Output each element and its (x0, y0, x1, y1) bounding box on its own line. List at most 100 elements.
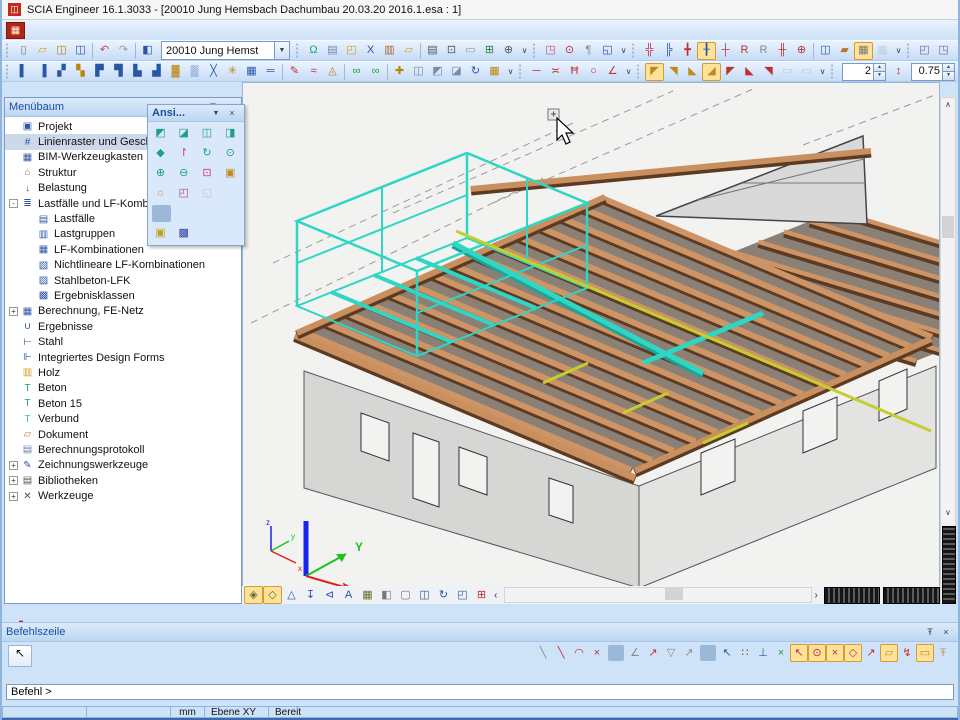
select-polygon-icon[interactable]: ◣ (683, 63, 702, 81)
render-settings-icon[interactable]: ▩ (173, 224, 194, 243)
vertical-scrollbar[interactable]: ∧ ∨ (940, 97, 956, 604)
menu-bibliotheken[interactable] (85, 28, 103, 32)
draw-circle-icon[interactable]: ○ (584, 63, 603, 81)
menu-werkzeuge[interactable] (103, 28, 121, 32)
view-y-icon[interactable]: ◪ (173, 124, 194, 143)
scroll-down-icon[interactable]: ∨ (941, 506, 955, 520)
scrollbar-thumb[interactable] (942, 216, 954, 238)
axo-view-icon[interactable]: △ (282, 586, 301, 604)
tree-item-zeichnungswerkzeuge[interactable]: + ✎ Zeichnungswerkzeuge (5, 458, 241, 473)
free-bar-icon[interactable]: ═ (261, 63, 280, 81)
angle-snap-icon[interactable]: ∠ (626, 644, 644, 662)
snap-arc-center-icon[interactable]: ▱ (880, 644, 898, 662)
zoom-in-icon[interactable]: ⊕ (150, 164, 171, 183)
snap-raster-icon[interactable]: ▭ (916, 644, 934, 662)
show-loads-icon[interactable]: ↧ (301, 586, 320, 604)
view-axo-icon[interactable]: ◨ (220, 124, 241, 143)
scrollbar-thumb[interactable] (665, 588, 683, 600)
wireframe-icon[interactable]: ▢ (396, 586, 415, 604)
command-input[interactable] (6, 684, 954, 700)
scroll-up-icon[interactable]: ∧ (941, 98, 955, 112)
member-node-icon[interactable]: ┼ (716, 42, 735, 60)
project-selector[interactable]: 20010 Jung Hemst ▼ (161, 41, 290, 60)
tree-item-dokument[interactable]: ▱ Dokument (5, 427, 241, 442)
calculator-icon[interactable]: ◰ (342, 42, 361, 60)
chevron-down-icon[interactable]: ▼ (274, 42, 289, 59)
delete-tool-icon[interactable]: × (588, 644, 606, 662)
select-workplane-icon[interactable]: ◥ (759, 63, 778, 81)
print-icon[interactable]: ▤ (423, 42, 442, 60)
direction-snap-icon[interactable]: ↗ (680, 644, 698, 662)
insert-plate-icon[interactable]: ▙ (128, 63, 147, 81)
vector-snap-icon[interactable]: ↗ (644, 644, 662, 662)
tree-expander[interactable] (9, 399, 18, 408)
select-by-property-icon[interactable]: ◤ (721, 63, 740, 81)
tree-expander[interactable] (9, 445, 18, 454)
open-project-icon[interactable]: ▱ (33, 42, 52, 60)
disconnect-members-icon[interactable]: ∞ (366, 63, 385, 81)
render-edges-icon[interactable]: ◇ (263, 586, 282, 604)
zoom-out-icon[interactable]: ⊖ (173, 164, 194, 183)
status-unit[interactable]: mm (170, 706, 204, 718)
tree-item-stahlbeton-lfk[interactable]: ▨ Stahlbeton-LFK (5, 273, 241, 288)
menu-datei[interactable] (31, 28, 49, 32)
image-gallery-icon[interactable]: ◳ (541, 42, 560, 60)
rotate-view-icon[interactable]: ↻ (197, 144, 218, 163)
member-release-icon[interactable]: R (735, 42, 754, 60)
horizontal-scrollbar[interactable] (504, 587, 811, 603)
connect-members-icon[interactable]: ∞ (347, 63, 366, 81)
member-connect-icon[interactable]: ╬ (640, 42, 659, 60)
select-single-icon[interactable]: ◤ (645, 63, 664, 81)
status-plane[interactable]: Ebene XY (204, 706, 268, 718)
viewport-3d-model[interactable]: z y x Y X (243, 83, 939, 588)
tree-item-nichtlineare-lf-kombinationen[interactable]: ▧ Nichtlineare LF-Kombinationen (5, 258, 241, 273)
tree-item-ergebnisklassen[interactable]: ▩ Ergebnisklassen (5, 288, 241, 303)
select-current-icon[interactable]: ◢ (702, 63, 721, 81)
tree-expander[interactable]: + (9, 476, 18, 485)
scroll-right-icon[interactable]: › (812, 590, 821, 601)
scia-menu-logo-icon[interactable]: ▦ (6, 22, 25, 39)
tree-item-beton[interactable]: T Beton (5, 381, 241, 396)
page-setup-icon[interactable]: ▭ (461, 42, 480, 60)
copy-format-icon[interactable]: ◰ (915, 42, 934, 60)
tree-expander[interactable] (25, 276, 34, 285)
document-info-icon[interactable]: ◱ (598, 42, 617, 60)
save-project-icon[interactable]: ◫ (52, 42, 71, 60)
tree-expander[interactable] (9, 138, 18, 147)
selection-load-icon[interactable]: ▭ (797, 63, 816, 81)
show-labels-off-icon[interactable]: A (339, 586, 358, 604)
tree-expander[interactable]: + (9, 307, 18, 316)
print-preview-icon[interactable]: ⊡ (442, 42, 461, 60)
crosshair-icon[interactable]: ⊕ (792, 42, 811, 60)
bim-exchange-icon[interactable]: Ω (304, 42, 323, 60)
catalog-block-icon[interactable]: ▦ (242, 63, 261, 81)
viewport-3d[interactable]: z y x Y X (242, 82, 940, 604)
menu-fenster[interactable] (193, 28, 211, 32)
zoom-window-icon[interactable]: ⊡ (197, 164, 218, 183)
insert-beam-icon[interactable]: ▐ (33, 63, 52, 81)
tree-expander[interactable] (9, 322, 18, 331)
dot-grid-icon[interactable]: ∷ (736, 644, 754, 662)
camera-on-icon[interactable]: ▦ (854, 42, 873, 60)
grid-settings-icon[interactable]: ⊞ (472, 586, 491, 604)
zoom-all-icon[interactable]: ▣ (220, 164, 241, 183)
move-icon[interactable]: ◩ (428, 63, 447, 81)
render-mode-icon[interactable]: ▦ (358, 586, 377, 604)
show-model-data-icon[interactable]: ◫ (415, 586, 434, 604)
copy-icon[interactable]: ◫ (409, 63, 428, 81)
navigate-view-icon[interactable]: ↾ (173, 144, 194, 163)
member-support-icon[interactable]: ╂ (697, 42, 716, 60)
insert-load-panel-icon[interactable]: ▒ (185, 63, 204, 81)
save-icon[interactable]: ◫ (71, 42, 90, 60)
view-3d-icon[interactable]: ◆ (150, 144, 171, 163)
menu-menuebaum[interactable] (139, 28, 157, 32)
line-grid-icon[interactable]: ⊥ (754, 644, 772, 662)
insert-node-icon[interactable]: ✚ (390, 63, 409, 81)
spinner-down-icon[interactable]: ▼ (874, 71, 885, 80)
spinner-up-icon[interactable]: ▲ (874, 64, 885, 72)
insert-opening-icon[interactable]: ▜ (109, 63, 128, 81)
table-results-icon[interactable]: ◫ (816, 42, 835, 60)
snap-intersection-icon[interactable]: × (826, 644, 844, 662)
close-icon[interactable]: × (224, 106, 240, 121)
mirror-icon[interactable]: ◪ (447, 63, 466, 81)
